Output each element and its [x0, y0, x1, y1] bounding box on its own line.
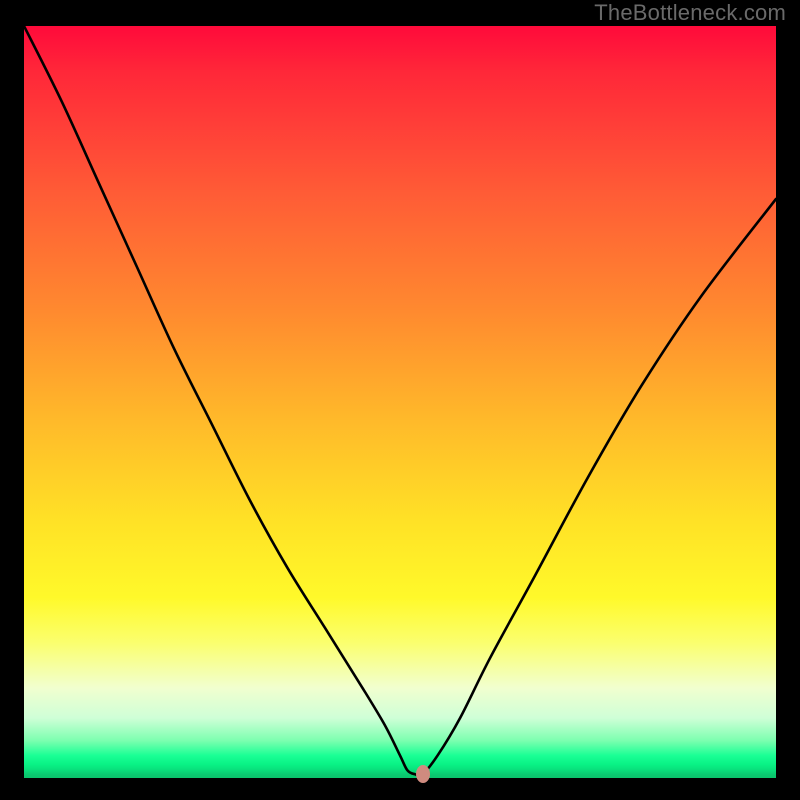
optimum-marker [416, 765, 430, 783]
watermark-text: TheBottleneck.com [594, 0, 786, 26]
plot-area [24, 26, 776, 778]
bottleneck-curve [24, 26, 776, 778]
chart-frame: TheBottleneck.com [0, 0, 800, 800]
